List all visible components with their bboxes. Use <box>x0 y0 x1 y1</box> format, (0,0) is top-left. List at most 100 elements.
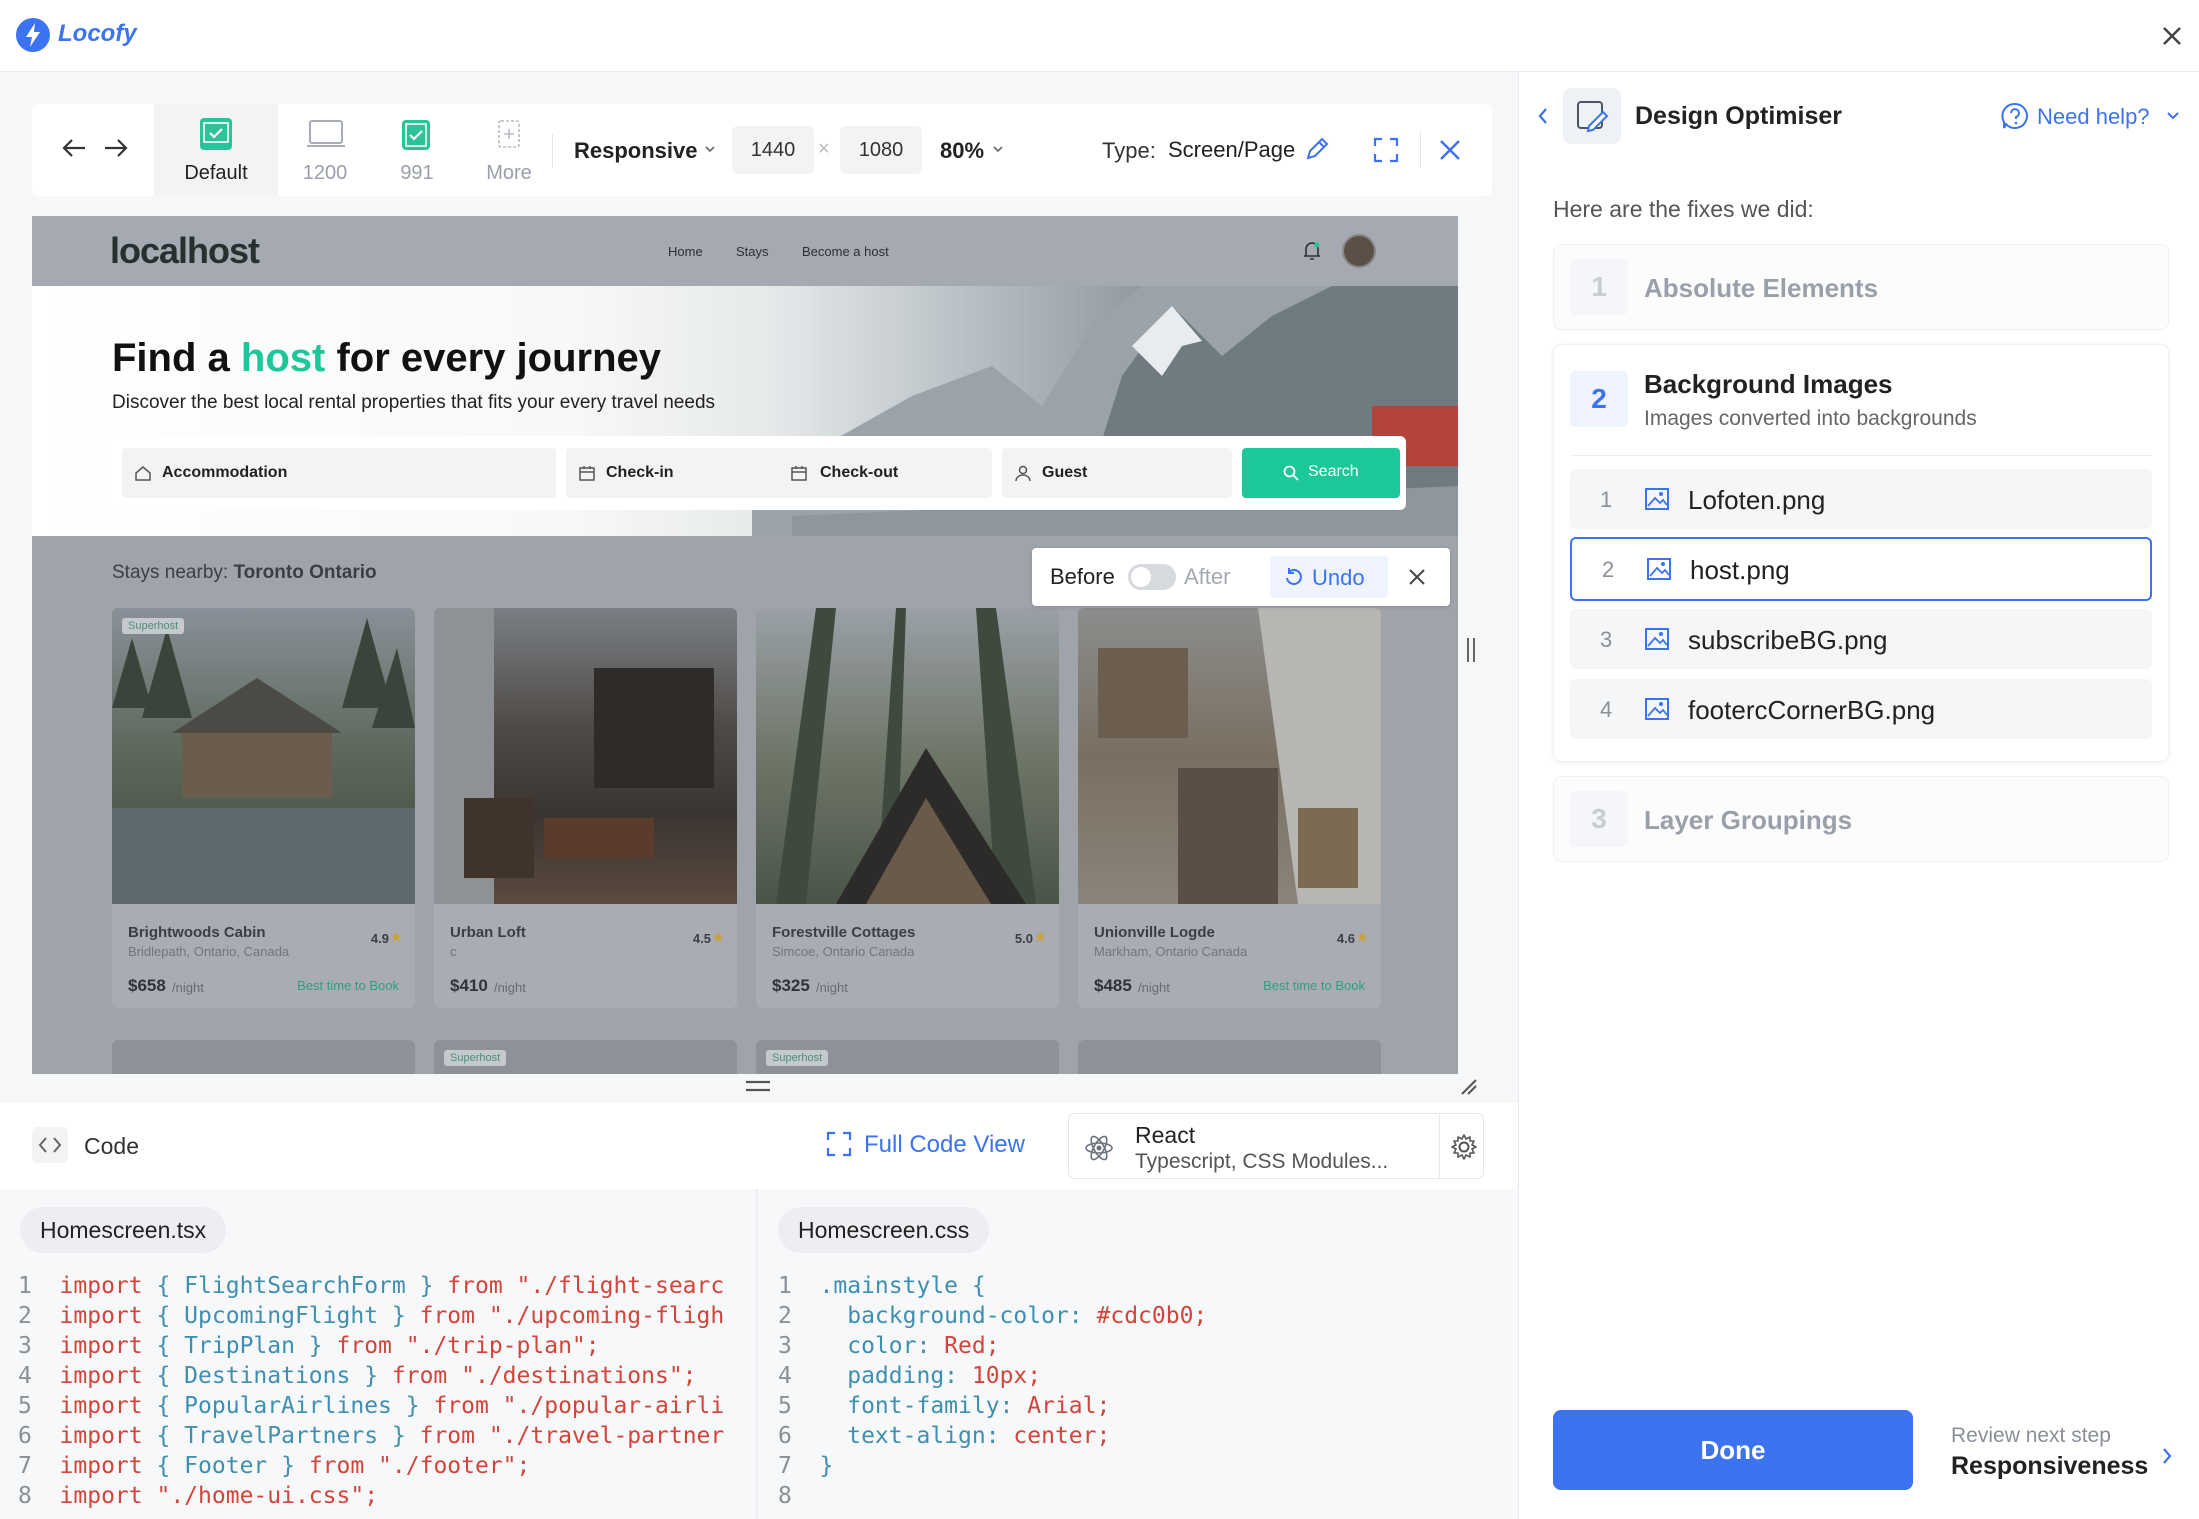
nav-become-host[interactable]: Become a host <box>802 244 889 259</box>
breakpoint-default[interactable]: Default <box>154 104 278 196</box>
chevron-down-icon[interactable] <box>704 144 716 154</box>
image-item[interactable]: 3 subscribeBG.png <box>1570 609 2152 669</box>
stay-card[interactable]: Superhost Brightwoods Cabin Bridlepath, … <box>112 608 415 1008</box>
gear-icon[interactable] <box>1449 1132 1479 1162</box>
fix-layer-groupings[interactable]: 3 Layer Groupings <box>1553 776 2169 862</box>
css-code-editor[interactable]: 1 .mainstyle {2 background-color: #cdc0b… <box>778 1271 1508 1511</box>
responsive-dropdown[interactable]: Responsive <box>574 138 698 164</box>
checkin-label: Check-in <box>606 464 674 481</box>
design-preview[interactable]: localhost Home Stays Become a host Find … <box>32 216 1458 1074</box>
image-item-selected[interactable]: 2 host.png <box>1570 537 2152 601</box>
stay-photo <box>434 608 737 904</box>
full-code-view-button[interactable]: Full Code View <box>864 1131 1025 1159</box>
avatar[interactable] <box>1342 234 1376 268</box>
guest-field[interactable]: Guest <box>1002 448 1232 498</box>
fix-background-images[interactable]: 2 Background Images Images converted int… <box>1553 344 2169 762</box>
stay-card-partial: Superhost <box>434 1040 737 1074</box>
line-number: 8 <box>778 1483 820 1509</box>
stay-card[interactable]: Unionville Logde Markham, Ontario Canada… <box>1078 608 1381 1008</box>
code-title: Code <box>84 1133 139 1159</box>
stay-card[interactable]: Urban Loft c 4.5 ★ $410 /night <box>434 608 737 1008</box>
width-input[interactable]: 1440 <box>732 126 814 174</box>
file-tab-css[interactable]: Homescreen.css <box>778 1207 990 1253</box>
chevron-right-icon[interactable] <box>2159 1444 2175 1468</box>
image-icon <box>1645 628 1669 650</box>
file-tab-tsx[interactable]: Homescreen.tsx <box>20 1207 227 1253</box>
chevron-down-icon[interactable] <box>992 144 1004 154</box>
code-line: 4 import { Destinations } from "./destin… <box>18 1361 754 1391</box>
breakpoint-991[interactable]: 991 <box>372 104 462 196</box>
need-help-link[interactable]: Need help? <box>2037 104 2150 130</box>
undo-button[interactable]: Undo <box>1270 556 1388 598</box>
dates-field[interactable]: Check-in Check-out <box>566 448 992 498</box>
line-number: 8 <box>18 1483 60 1509</box>
identifier: { FlightSearchForm } <box>142 1273 448 1299</box>
back-arrow-icon[interactable] <box>60 136 88 160</box>
forward-arrow-icon[interactable] <box>102 136 130 160</box>
code-line: 7 import { Footer } from "./footer"; <box>18 1451 754 1481</box>
stay-card[interactable]: Forestville Cottages Simcoe, Ontario Can… <box>756 608 1059 1008</box>
string: "./footer"; <box>364 1453 531 1479</box>
after-label: After <box>1184 564 1231 589</box>
zoom-dropdown[interactable]: 80% <box>940 138 984 164</box>
checkbox-checked-icon <box>200 118 232 150</box>
help-icon[interactable] <box>2001 102 2029 130</box>
resize-handle-icon[interactable] <box>1464 636 1478 664</box>
identifier: { PopularAirlines } <box>142 1393 434 1419</box>
app-name: Locofy <box>58 20 137 47</box>
code-line: 3 import { TripPlan } from "./trip-plan"… <box>18 1331 754 1361</box>
nav-home[interactable]: Home <box>668 244 703 259</box>
search-button[interactable]: Search <box>1242 448 1400 498</box>
close-preview-icon[interactable] <box>1436 136 1464 164</box>
fix-absolute-elements[interactable]: 1 Absolute Elements <box>1553 244 2169 330</box>
css-value: #cdc0b0; <box>1082 1303 1208 1329</box>
height-input[interactable]: 1080 <box>840 126 922 174</box>
done-button[interactable]: Done <box>1553 1410 1913 1490</box>
breakpoint-1200[interactable]: 1200 <box>280 104 370 196</box>
divider <box>1439 1114 1440 1178</box>
stay-name: Forestville Cottages <box>772 924 916 941</box>
code-line: 6 import { TravelPartners } from "./trav… <box>18 1421 754 1451</box>
star-icon: ★ <box>389 929 403 946</box>
fullscreen-icon[interactable] <box>1372 136 1400 164</box>
close-icon[interactable] <box>2158 22 2186 50</box>
chevron-down-icon[interactable] <box>2165 110 2181 122</box>
framework-selector[interactable]: React Typescript, CSS Modules... <box>1068 1113 1484 1179</box>
identifier: { Destinations } <box>142 1363 392 1389</box>
pane-divider[interactable] <box>756 1189 758 1519</box>
keyword: from <box>433 1393 489 1419</box>
css-property: } <box>819 1453 834 1479</box>
css-property: color: <box>819 1333 931 1359</box>
string: "./trip-plan"; <box>391 1333 600 1359</box>
bell-icon[interactable] <box>1302 240 1322 262</box>
drag-handle-icon[interactable] <box>744 1078 772 1096</box>
full-code-view-icon[interactable] <box>826 1131 852 1157</box>
stay-name: Urban Loft <box>450 924 526 941</box>
stay-name: Unionville Logde <box>1094 924 1215 941</box>
divider <box>1420 132 1421 168</box>
chevron-left-icon[interactable] <box>1535 104 1551 128</box>
superhost-badge: Superhost <box>444 1050 507 1066</box>
search-button-label: Search <box>1308 463 1359 480</box>
image-item[interactable]: 1 Lofoten.png <box>1570 469 2152 529</box>
keyword: import <box>59 1363 143 1389</box>
accommodation-field[interactable]: Accommodation <box>122 448 556 498</box>
line-number: 5 <box>18 1393 60 1419</box>
next-step-responsiveness[interactable]: Responsiveness <box>1951 1452 2148 1481</box>
breakpoint-more[interactable]: More <box>464 104 554 196</box>
image-item[interactable]: 4 footercCornerBG.png <box>1570 679 2152 739</box>
before-after-toggle[interactable] <box>1128 564 1176 590</box>
image-icon <box>1647 558 1671 580</box>
keyword: import <box>59 1453 143 1479</box>
stay-per-night: /night <box>1138 980 1170 995</box>
site-logo: localhost <box>110 230 260 271</box>
edit-pencil-icon[interactable] <box>1304 136 1330 162</box>
css-property: .mainstyle { <box>819 1273 986 1299</box>
nav-stays[interactable]: Stays <box>736 244 769 259</box>
fix-number: 2 <box>1570 371 1628 427</box>
stays-heading: Stays nearby: Toronto Ontario <box>112 562 377 584</box>
breakpoint-label: More <box>486 162 532 184</box>
corner-resize-icon[interactable] <box>1458 1076 1478 1096</box>
close-icon[interactable] <box>1406 566 1428 588</box>
tsx-code-editor[interactable]: 1 import { FlightSearchForm } from "./fl… <box>18 1271 754 1511</box>
